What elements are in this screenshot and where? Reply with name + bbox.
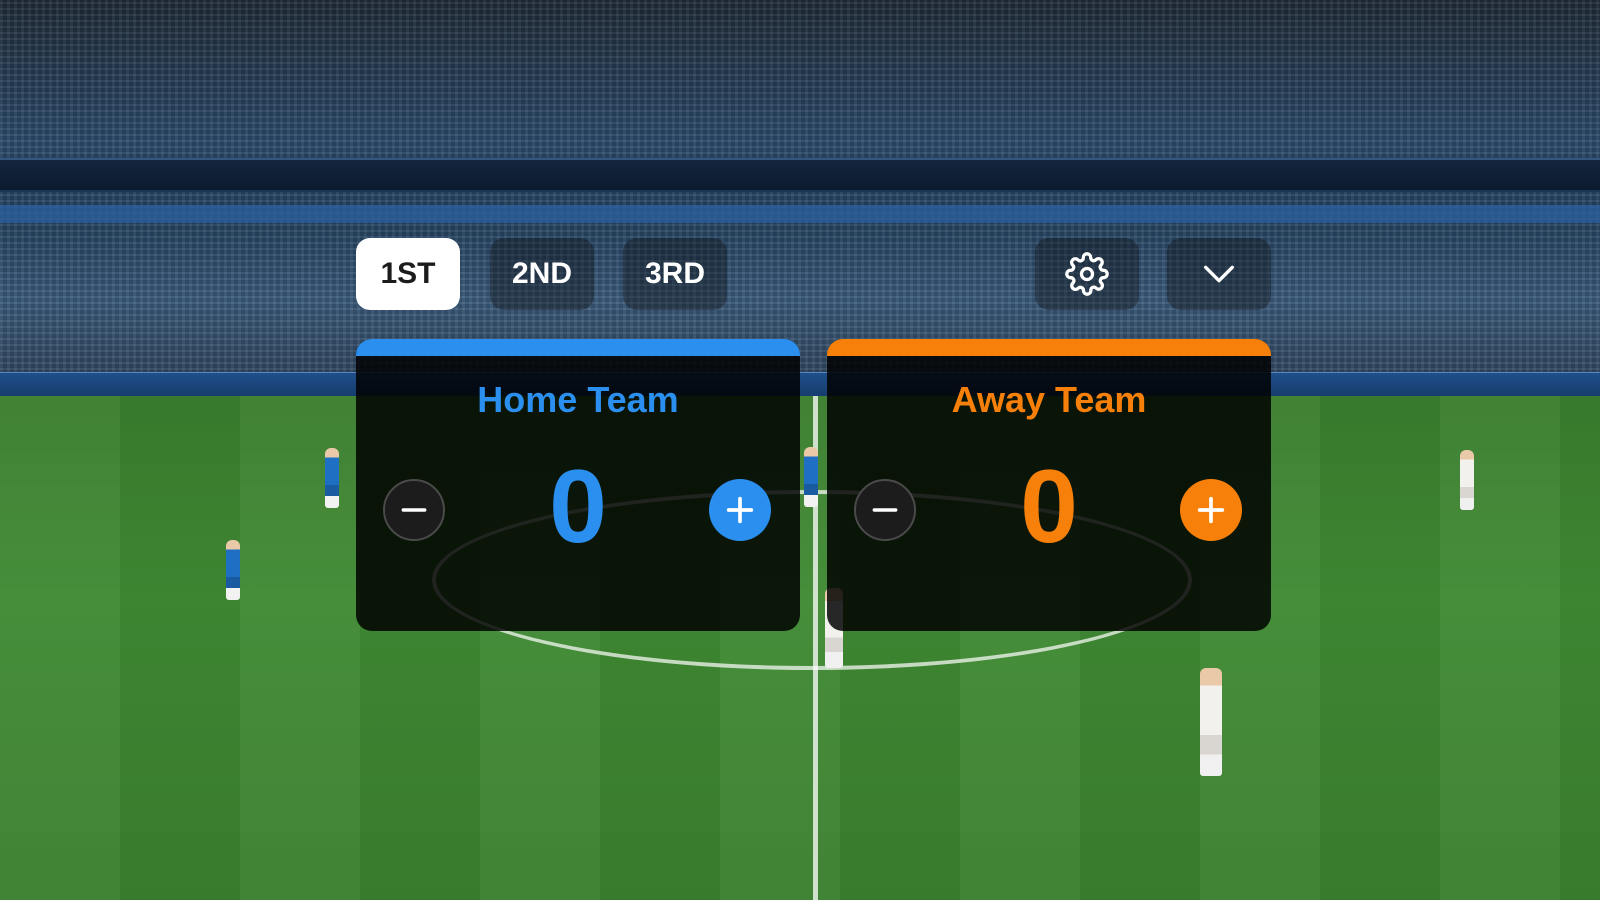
stadium-tier-band xyxy=(0,158,1600,192)
scoreboard-stage: 1ST 2ND 3RD Home Team 0 Away Team 0 xyxy=(0,0,1600,900)
stadium-stands-background xyxy=(0,0,1600,400)
home-increment-button[interactable] xyxy=(709,479,771,541)
tab-period-1st-label: 1ST xyxy=(380,257,436,290)
minus-icon xyxy=(401,508,427,512)
chevron-down-icon xyxy=(1204,265,1234,283)
away-team-name: Away Team xyxy=(951,379,1147,420)
away-team-panel: Away Team 0 xyxy=(827,339,1271,631)
player-figure xyxy=(1460,450,1474,510)
tab-period-2nd-label: 2ND xyxy=(511,257,572,290)
settings-button[interactable] xyxy=(1035,238,1139,310)
collapse-button[interactable] xyxy=(1167,238,1271,310)
gear-icon xyxy=(1065,252,1109,296)
home-decrement-button[interactable] xyxy=(383,479,445,541)
home-team-name: Home Team xyxy=(477,379,679,420)
player-figure xyxy=(226,540,240,600)
away-score: 0 xyxy=(1020,449,1078,565)
stadium-ad-boards xyxy=(0,372,1600,397)
player-figure xyxy=(804,447,818,507)
player-figure xyxy=(1200,668,1222,776)
tab-period-1st[interactable]: 1ST xyxy=(356,238,460,310)
player-figure xyxy=(325,448,339,508)
home-score: 0 xyxy=(549,449,607,565)
plus-icon xyxy=(726,496,754,524)
tab-period-3rd-label: 3RD xyxy=(644,257,705,290)
tab-period-3rd[interactable]: 3RD xyxy=(623,238,727,310)
away-team-color-bar xyxy=(827,339,1271,356)
home-team-panel: Home Team 0 xyxy=(356,339,800,631)
stadium-lower-tier-band xyxy=(0,205,1600,223)
away-decrement-button[interactable] xyxy=(854,479,916,541)
minus-icon xyxy=(872,508,898,512)
tab-period-2nd[interactable]: 2ND xyxy=(490,238,594,310)
home-team-color-bar xyxy=(356,339,800,356)
plus-icon xyxy=(1197,496,1225,524)
away-increment-button[interactable] xyxy=(1180,479,1242,541)
